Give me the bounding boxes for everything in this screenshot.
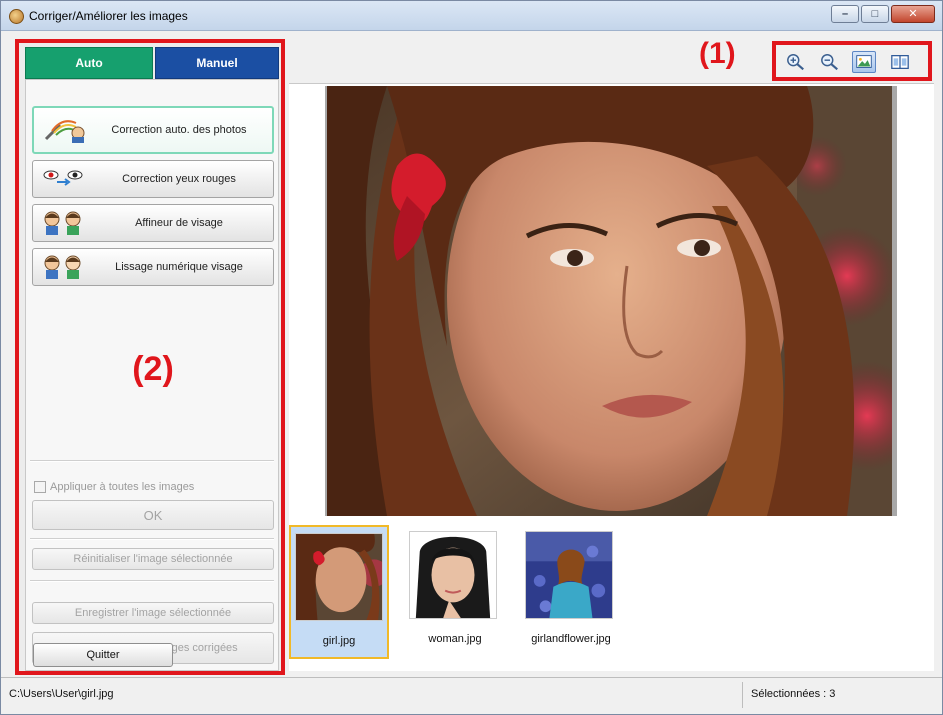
selected-count: Sélectionnées : 3: [751, 688, 836, 700]
title-bar: Corriger/Améliorer les images – □ ✕: [1, 1, 942, 31]
apply-all-option[interactable]: Appliquer à toutes les images: [34, 480, 194, 494]
red-eye-icon: [43, 170, 83, 186]
mode-tabs: Auto Manuel: [25, 47, 279, 79]
thumbnail-name: woman.jpg: [428, 633, 482, 645]
feature-label: Lissage numérique visage: [115, 261, 243, 273]
compare-button[interactable]: [888, 51, 912, 73]
tab-manuel[interactable]: Manuel: [155, 47, 279, 79]
minimize-icon: –: [841, 8, 849, 20]
feature-label: Correction yeux rouges: [122, 173, 236, 185]
window-title: Corriger/Améliorer les images: [29, 9, 188, 23]
zoom-out-icon: [821, 54, 838, 71]
thumbnail-item[interactable]: woman.jpg: [405, 525, 505, 659]
thumbnail-name: girl.jpg: [322, 635, 356, 647]
preview-area: [289, 83, 934, 519]
ok-button[interactable]: OK: [32, 500, 274, 530]
red-eye-button[interactable]: Correction yeux rouges: [32, 160, 274, 198]
thumbnail-item[interactable]: girl.jpg: [289, 525, 389, 659]
divider: [30, 538, 274, 540]
app-window: Corriger/Améliorer les images – □ ✕ Auto…: [0, 0, 943, 715]
zoom-in-icon: [787, 54, 804, 71]
divider: [30, 460, 274, 462]
panel-callout-label: (2): [132, 350, 174, 388]
close-button[interactable]: ✕: [891, 5, 935, 23]
maximize-icon: □: [871, 8, 879, 20]
preview-image: [327, 86, 892, 516]
maximize-button[interactable]: □: [861, 5, 889, 23]
thumbnail-name: girlandflower.jpg: [531, 633, 611, 645]
auto-photo-fix-button[interactable]: Correction auto. des photos: [32, 106, 274, 154]
auto-tab-content: Correction auto. des photos Correction y…: [25, 79, 279, 671]
face-smoothing-button[interactable]: Lissage numérique visage: [32, 248, 274, 286]
save-selected-button[interactable]: Enregistrer l'image sélectionnée: [32, 602, 274, 624]
face-sharpener-icon: [44, 211, 81, 235]
app-icon: [9, 9, 24, 24]
status-bar: C:\Users\User\girl.jpg Sélectionnées : 3: [1, 677, 942, 714]
status-divider: [742, 682, 743, 708]
face-smoothing-icon: [44, 255, 81, 279]
feature-label: Correction auto. des photos: [111, 124, 247, 136]
feature-label: Affineur de visage: [135, 217, 223, 229]
reset-image-button[interactable]: Réinitialiser l'image sélectionnée: [32, 548, 274, 570]
thumbnail-strip: girl.jpg woman.jpg girlandflower.jpg: [289, 519, 934, 671]
thumbnail-item[interactable]: girlandflower.jpg: [521, 525, 621, 659]
zoom-in-button[interactable]: [784, 51, 808, 73]
face-sharpener-button[interactable]: Affineur de visage: [32, 204, 274, 242]
toolbar-callout-label: (1): [699, 37, 736, 70]
quit-button[interactable]: Quitter: [33, 643, 173, 667]
auto-photo-fix-icon: [44, 120, 85, 143]
divider: [30, 580, 274, 582]
thumbnail-image: [295, 533, 383, 621]
apply-all-label: Appliquer à toutes les images: [50, 481, 195, 493]
whole-image-button[interactable]: [852, 51, 876, 73]
compare-icon: [891, 55, 909, 69]
zoom-out-button[interactable]: [818, 51, 842, 73]
apply-all-checkbox[interactable]: [34, 481, 46, 493]
view-toolbar: [772, 41, 932, 81]
minimize-button[interactable]: –: [831, 5, 859, 23]
whole-image-icon: [856, 55, 872, 68]
correction-panel: Auto Manuel Correction auto. des photos: [15, 39, 285, 675]
preview-frame: [325, 86, 897, 516]
tab-auto[interactable]: Auto: [25, 47, 153, 79]
thumbnail-image: [409, 531, 497, 619]
thumbnail-image: [525, 531, 613, 619]
file-path: C:\Users\User\girl.jpg: [9, 688, 114, 700]
close-icon: ✕: [908, 8, 918, 20]
